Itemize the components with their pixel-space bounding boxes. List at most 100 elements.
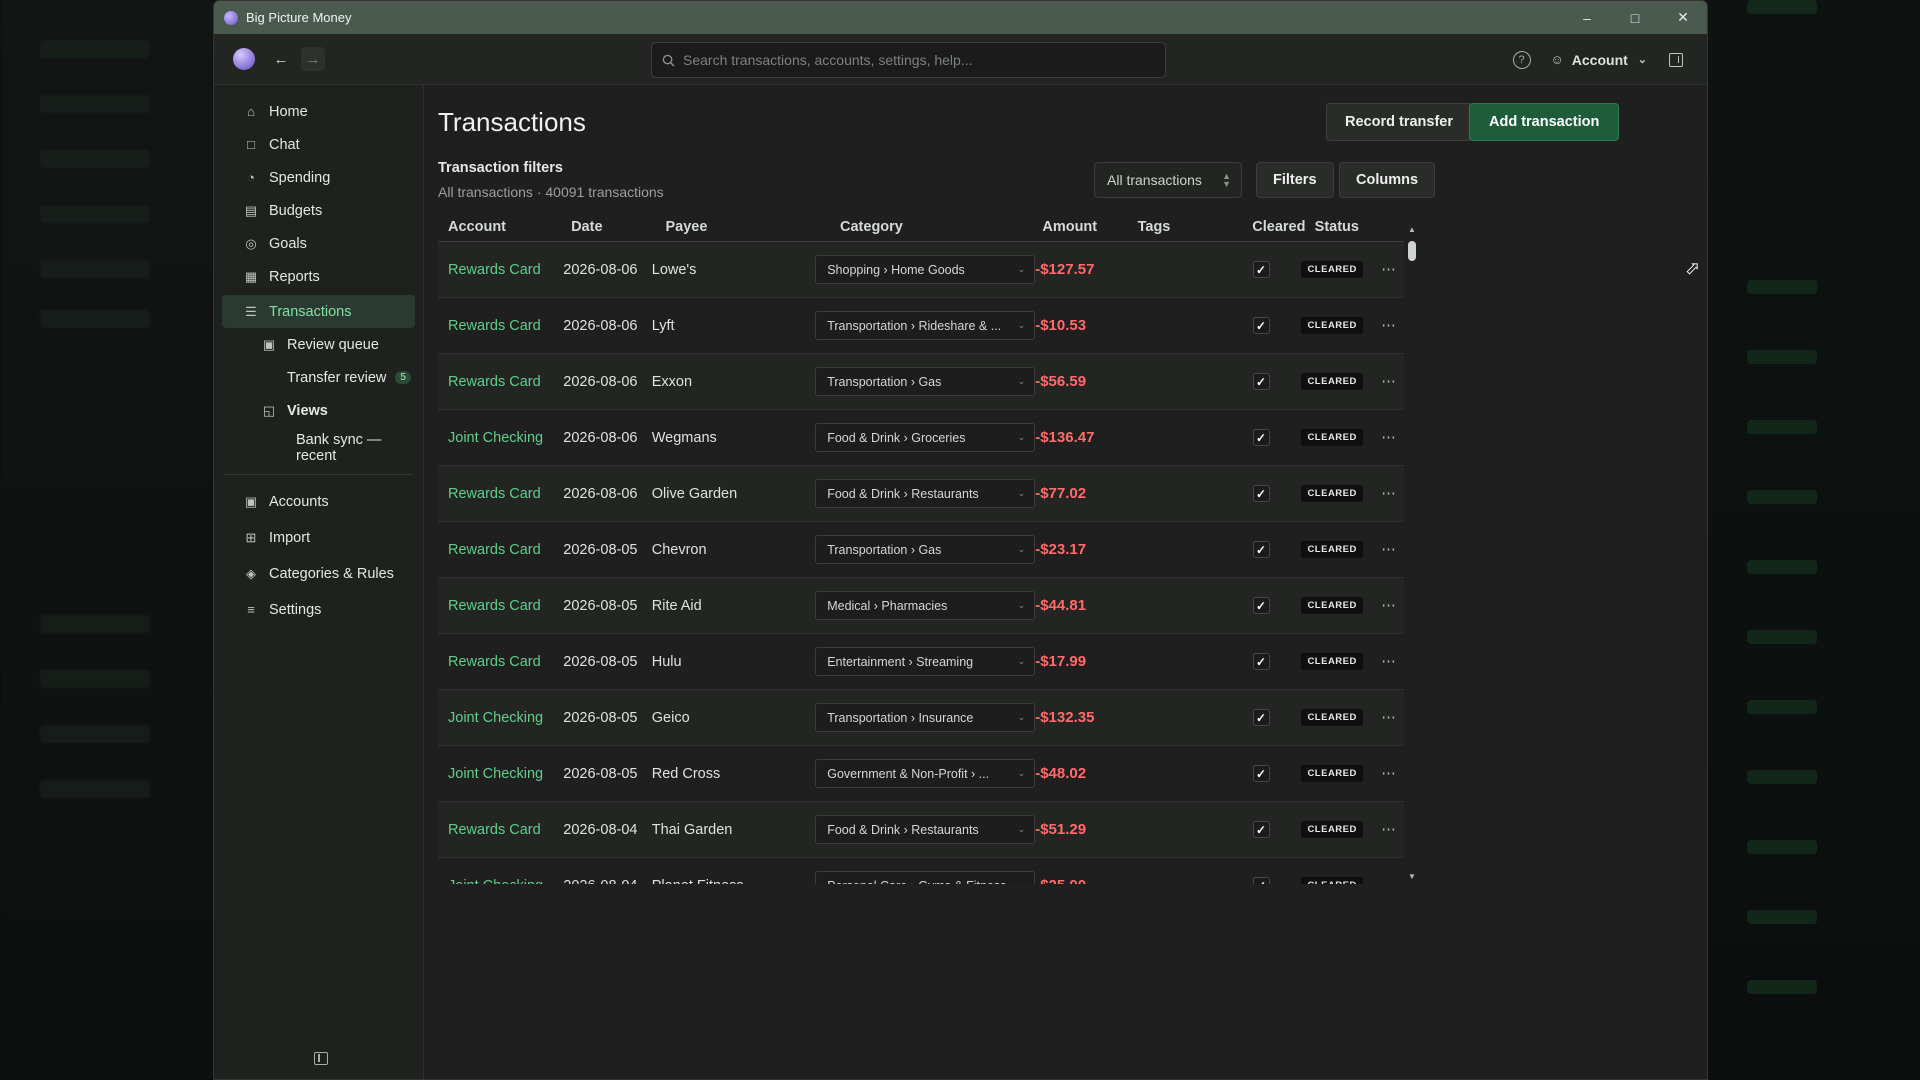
category-select[interactable]: Transportation › Gas ⌄ [815, 535, 1036, 564]
account-link[interactable]: Rewards Card [438, 542, 563, 558]
table-row[interactable]: Rewards Card 2026-08-05 Hulu Entertainment … [438, 634, 1404, 690]
scroll-down-icon[interactable]: ▼ [1408, 872, 1416, 881]
column-header-category[interactable]: Category [840, 219, 1042, 235]
sidebar-item-accounts[interactable]: ▣ Accounts [222, 485, 415, 518]
scroll-up-icon[interactable]: ▲ [1408, 225, 1416, 234]
cleared-checkbox[interactable]: ✓ [1252, 373, 1270, 390]
column-header-date[interactable]: Date [571, 219, 665, 235]
category-select[interactable]: Food & Drink › Restaurants ⌄ [815, 815, 1036, 844]
table-row[interactable]: Joint Checking 2026-08-05 Geico Transportat… [438, 690, 1404, 746]
more-options-icon[interactable]: ⋯ [1374, 542, 1404, 558]
table-row[interactable]: Joint Checking2026-08-04Planet FitnessPe… [438, 858, 1404, 884]
account-link[interactable]: Joint Checking [438, 878, 563, 885]
account-link[interactable]: Rewards Card [438, 654, 563, 670]
account-link[interactable]: Rewards Card [438, 822, 563, 838]
view-select[interactable]: All transactions ▲ ▼ [1094, 162, 1242, 198]
sidebar-item-chat[interactable]: □ Chat [222, 128, 415, 161]
table-row[interactable]: Rewards Card 2026-08-05 Chevron Transportat… [438, 522, 1404, 578]
add-transaction-button[interactable]: Add transaction [1469, 103, 1620, 141]
cleared-checkbox[interactable]: ✓ [1252, 541, 1270, 558]
table-row[interactable]: Rewards Card 2026-08-06 Exxon Transportatio… [438, 354, 1404, 410]
scroll-thumb[interactable] [1408, 241, 1416, 261]
sidebar-item-views[interactable]: ◱ Views [222, 394, 415, 427]
table-row[interactable]: Rewards Card 2026-08-05 Rite Aid Medical › … [438, 578, 1404, 634]
column-header-amount[interactable]: Amount [1042, 219, 1137, 235]
category-select[interactable]: Food & Drink › Groceries ⌄ [815, 423, 1036, 452]
category-select[interactable]: Food & Drink › Restaurants ⌄ [815, 479, 1036, 508]
sidebar-item-bank-sync-recent[interactable]: Bank sync — recent [222, 431, 415, 464]
table-scrollbar[interactable]: ▲ ▼ [1408, 225, 1416, 881]
avatar[interactable] [233, 48, 255, 70]
sidebar-item-home[interactable]: ⌂ Home [222, 95, 415, 128]
more-options-icon[interactable]: ⋯ [1374, 374, 1404, 390]
account-link[interactable]: Rewards Card [438, 318, 563, 334]
table-row[interactable]: Joint Checking 2026-08-05 Red Cross Governm… [438, 746, 1404, 802]
more-options-icon[interactable]: ⋯ [1374, 262, 1404, 278]
category-select[interactable]: Entertainment › Streaming ⌄ [815, 647, 1036, 676]
more-options-icon[interactable]: ⋯ [1374, 430, 1404, 446]
cleared-checkbox[interactable]: ✓ [1252, 821, 1270, 838]
cleared-checkbox[interactable]: ✓ [1252, 597, 1270, 614]
sidebar-item-goals[interactable]: ◎ Goals [222, 227, 415, 260]
more-options-icon[interactable]: ⋯ [1374, 766, 1404, 782]
account-link[interactable]: Rewards Card [438, 374, 563, 390]
more-options-icon[interactable]: ⋯ [1374, 318, 1404, 334]
table-row[interactable]: Rewards Card 2026-08-06 Lyft Transportation… [438, 298, 1404, 354]
category-select[interactable]: Transportation › Rideshare & ... ⌄ [815, 311, 1036, 340]
back-arrow-icon[interactable]: ← [269, 47, 293, 71]
sidebar-item-import[interactable]: ⊞ Import [222, 521, 415, 554]
cleared-checkbox[interactable]: ✓ [1252, 877, 1270, 884]
more-options-icon[interactable]: ⋯ [1374, 822, 1404, 838]
more-options-icon[interactable]: ⋯ [1374, 654, 1404, 670]
collapse-sidebar-icon[interactable] [314, 1052, 328, 1065]
account-link[interactable]: Joint Checking [438, 710, 563, 726]
cleared-checkbox[interactable]: ✓ [1252, 429, 1270, 446]
sidebar-item-review-queue[interactable]: ▣ Review queue [222, 328, 415, 361]
category-select[interactable]: Shopping › Home Goods ⌄ [815, 255, 1036, 284]
column-header-cleared[interactable]: Cleared [1252, 219, 1314, 235]
table-row[interactable]: Rewards Card 2026-08-06 Lowe's Shopping › H… [438, 242, 1404, 298]
cleared-checkbox[interactable]: ✓ [1252, 261, 1270, 278]
sidebar-item-reports[interactable]: ▦ Reports [222, 260, 415, 293]
minimize-icon[interactable]: – [1563, 1, 1611, 34]
more-options-icon[interactable]: ⋯ [1374, 710, 1404, 726]
side-panel-icon[interactable] [1669, 52, 1683, 67]
help-icon[interactable]: ? [1512, 50, 1531, 69]
account-link[interactable]: Joint Checking [438, 766, 563, 782]
maximize-icon[interactable]: □ [1611, 1, 1659, 34]
category-select[interactable]: Government & Non-Profit › ... ⌄ [815, 759, 1036, 788]
column-header-account[interactable]: Account [438, 219, 571, 235]
table-row[interactable]: Rewards Card 2026-08-06 Olive Garden Food &… [438, 466, 1404, 522]
record-transfer-button[interactable]: Record transfer [1326, 103, 1472, 141]
account-link[interactable]: Joint Checking [438, 430, 563, 446]
category-select[interactable]: Transportation › Gas ⌄ [815, 367, 1036, 396]
search-bar[interactable] [651, 42, 1166, 78]
sidebar-item-transactions[interactable]: ☰ Transactions [222, 295, 415, 328]
close-icon[interactable]: ✕ [1659, 1, 1707, 34]
column-header-tags[interactable]: Tags [1138, 219, 1253, 235]
account-button[interactable]: ☺ Account ⌄ [1551, 52, 1648, 68]
forward-arrow-icon[interactable]: → [301, 47, 325, 71]
account-link[interactable]: Rewards Card [438, 598, 563, 614]
sidebar-item-budgets[interactable]: ▤ Budgets [222, 194, 415, 227]
account-link[interactable]: Rewards Card [438, 486, 563, 502]
column-header-payee[interactable]: Payee [666, 219, 841, 235]
account-link[interactable]: Rewards Card [438, 262, 563, 278]
sidebar-item-settings[interactable]: ≡ Settings [222, 593, 415, 626]
columns-button[interactable]: Columns [1339, 162, 1436, 198]
column-header-status[interactable]: Status [1315, 219, 1404, 235]
more-options-icon[interactable]: ⋯ [1374, 598, 1404, 614]
table-row[interactable]: Rewards Card 2026-08-04 Thai Garden Food & … [438, 802, 1404, 858]
category-select[interactable]: Transportation › Insurance ⌄ [815, 703, 1036, 732]
category-select[interactable]: Personal Care › Gyms & Fitness ⌄ [815, 871, 1036, 884]
sidebar-item-categories-rules[interactable]: ◈ Categories & Rules [222, 557, 415, 590]
title-bar[interactable]: Big Picture Money – □ ✕ [214, 1, 1707, 34]
cleared-checkbox[interactable]: ✓ [1252, 653, 1270, 670]
sidebar-item-spending[interactable]: ◔ Spending [222, 161, 415, 194]
cleared-checkbox[interactable]: ✓ [1252, 485, 1270, 502]
filters-button[interactable]: Filters [1256, 162, 1334, 198]
sidebar-item-transfer-review[interactable]: Transfer review 5 [222, 361, 415, 394]
table-row[interactable]: Joint Checking 2026-08-06 Wegmans Food & Dr… [438, 410, 1404, 466]
cleared-checkbox[interactable]: ✓ [1252, 765, 1270, 782]
cleared-checkbox[interactable]: ✓ [1252, 709, 1270, 726]
